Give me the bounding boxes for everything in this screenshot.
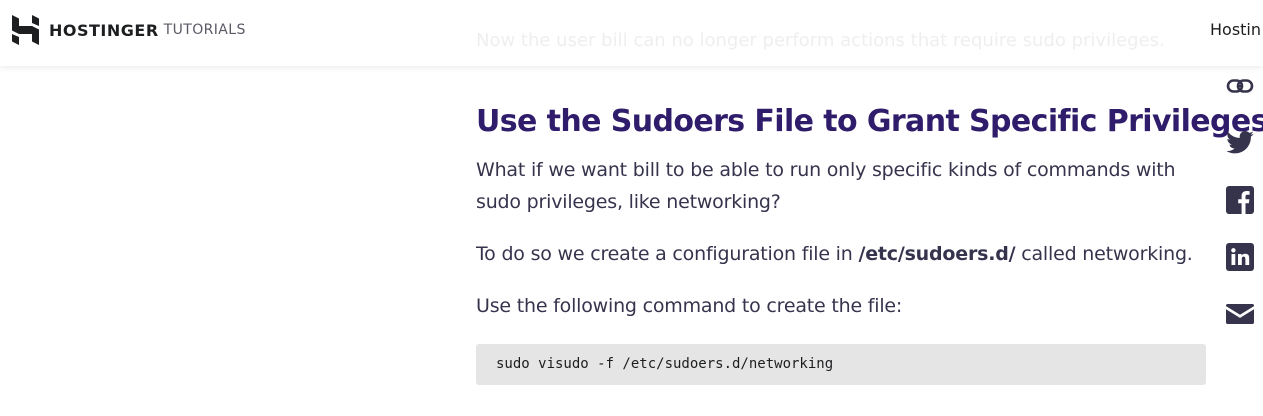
paragraph-command-intro: Use the following command to create the …	[476, 295, 903, 317]
config-path: /etc/sudoers.d/	[858, 243, 1016, 265]
logo-subtitle-text: TUTORIALS	[163, 22, 246, 38]
faded-previous-paragraph: Now the user bill can no longer perform …	[476, 30, 1165, 51]
logo-brand-text: HOSTINGER	[49, 20, 159, 40]
section-heading: Use the Sudoers File to Grant Specific P…	[476, 104, 1263, 139]
code-block: sudo visudo -f /etc/sudoers.d/networking	[476, 344, 1206, 385]
share-twitter-button[interactable]	[1224, 127, 1256, 159]
paragraph-config: To do so we create a configuration file …	[476, 238, 1206, 270]
hostinger-logo-icon	[12, 15, 39, 45]
email-icon	[1226, 304, 1254, 324]
paragraph-config-text-start: To do so we create a configuration file …	[476, 243, 859, 265]
share-email-button[interactable]	[1224, 298, 1256, 330]
share-linkedin-button[interactable]	[1224, 241, 1256, 273]
share-link-button[interactable]	[1224, 70, 1256, 102]
paragraph-config-text-end: called networking.	[1015, 243, 1193, 265]
logo[interactable]: HOSTINGER TUTORIALS	[12, 15, 246, 45]
share-facebook-button[interactable]	[1224, 184, 1256, 216]
nav-link-hostinger[interactable]: Hostin	[1210, 20, 1261, 39]
article-body: Use the Sudoers File to Grant Specific P…	[476, 100, 1263, 385]
linkedin-icon	[1226, 243, 1254, 271]
facebook-icon	[1226, 186, 1254, 214]
link-icon	[1226, 79, 1254, 93]
twitter-icon	[1226, 131, 1254, 154]
paragraph-intro: What if we want bill to be able to run o…	[476, 159, 1176, 213]
